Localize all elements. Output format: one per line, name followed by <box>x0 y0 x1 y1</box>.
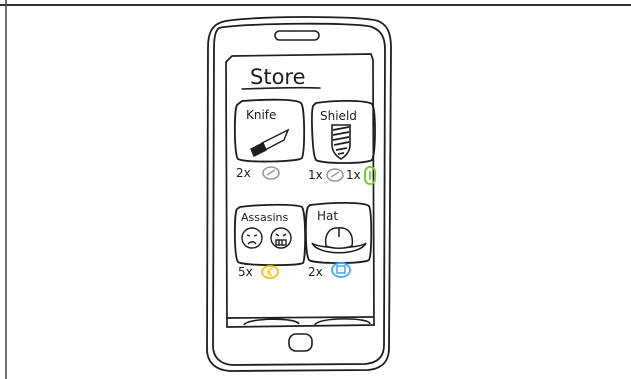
item-name: Hat <box>317 209 338 223</box>
phone-screen <box>225 53 375 328</box>
phone-speaker <box>274 30 320 41</box>
assassins-faces-icon <box>241 227 292 249</box>
hat-icon <box>311 227 367 254</box>
blue-gem-icon <box>331 262 351 278</box>
gold-coin-icon <box>261 265 279 279</box>
item-price-extra: 1x <box>346 168 361 182</box>
silver-coin-icon <box>262 166 280 180</box>
item-name: Shield <box>320 109 357 123</box>
item-price: 2x <box>308 265 323 279</box>
bottom-tab-left[interactable] <box>243 318 300 326</box>
store-item-shield[interactable]: Shield 1x 1x <box>308 99 376 185</box>
item-price: 2x <box>236 166 251 180</box>
knife-icon <box>250 128 290 158</box>
item-price: 1x <box>308 168 323 182</box>
shield-icon <box>331 124 351 160</box>
home-button[interactable] <box>288 333 313 352</box>
item-name: Knife <box>246 108 276 122</box>
store-item-knife[interactable]: Knife 2x <box>233 98 306 180</box>
store-title: Store <box>250 65 306 89</box>
item-name: Assasins <box>241 211 288 224</box>
wireframe-canvas: Store Knife 2x Shield 1x 1x Assasins 5x … <box>0 0 631 379</box>
bottom-tab-right[interactable] <box>314 318 371 326</box>
store-item-assasins[interactable]: Assasins 5x <box>233 203 307 279</box>
store-item-hat[interactable]: Hat 2x <box>304 201 373 279</box>
silver-coin-icon <box>326 168 344 182</box>
item-price: 5x <box>238 265 253 279</box>
